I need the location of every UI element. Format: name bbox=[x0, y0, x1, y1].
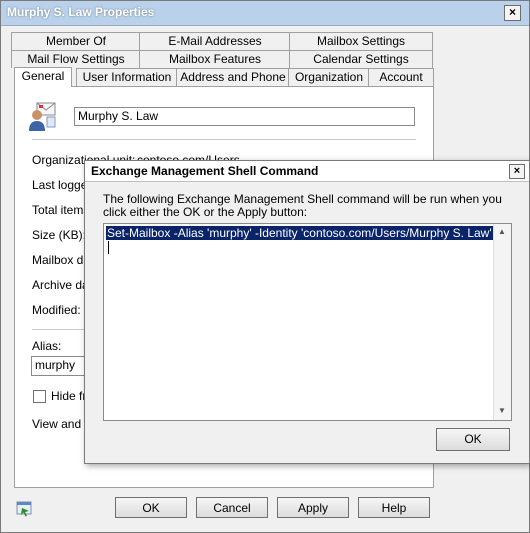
title-bar[interactable]: Murphy S. Law Properties × bbox=[1, 1, 529, 26]
total-items-label: Total items bbox=[32, 203, 90, 217]
tab-mail-flow-settings[interactable]: Mail Flow Settings bbox=[11, 50, 141, 68]
dialog-title: Exchange Management Shell Command bbox=[91, 164, 319, 178]
tab-row-3: General User Information Address and Pho… bbox=[14, 67, 434, 87]
command-textbox[interactable]: Set-Mailbox -Alias 'murphy' -Identity 'c… bbox=[103, 223, 512, 421]
size-label: Size (KB): bbox=[32, 228, 87, 242]
separator bbox=[32, 139, 416, 140]
help-button[interactable]: Help bbox=[358, 497, 430, 518]
tab-general[interactable]: General bbox=[14, 67, 72, 87]
shell-command-dialog: Exchange Management Shell Command × The … bbox=[84, 160, 530, 464]
tab-row-1: Member Of E-Mail Addresses Mailbox Setti… bbox=[11, 32, 433, 50]
tab-member-of[interactable]: Member Of bbox=[11, 32, 141, 50]
dialog-title-bar[interactable]: Exchange Management Shell Command × bbox=[85, 161, 529, 182]
tab-calendar-settings[interactable]: Calendar Settings bbox=[289, 50, 433, 68]
tab-mailbox-features[interactable]: Mailbox Features bbox=[139, 50, 291, 68]
properties-help-icon[interactable] bbox=[16, 499, 34, 520]
scroll-down-icon[interactable]: ▼ bbox=[496, 405, 508, 417]
window-title: Murphy S. Law Properties bbox=[7, 5, 155, 19]
apply-button[interactable]: Apply bbox=[277, 497, 349, 518]
hide-from-address-lists-checkbox[interactable] bbox=[33, 390, 46, 403]
dialog-description: The following Exchange Management Shell … bbox=[103, 192, 502, 219]
vertical-scrollbar[interactable]: ▲ ▼ bbox=[493, 224, 511, 420]
user-mailbox-icon bbox=[27, 101, 59, 134]
text-caret bbox=[108, 241, 109, 254]
tab-address-and-phone[interactable]: Address and Phone bbox=[176, 68, 290, 86]
close-button[interactable]: × bbox=[504, 5, 521, 21]
modified-label: Modified: bbox=[32, 303, 81, 317]
tab-row-2: Mail Flow Settings Mailbox Features Cale… bbox=[11, 50, 433, 68]
tab-mailbox-settings[interactable]: Mailbox Settings bbox=[289, 32, 433, 50]
dialog-ok-button[interactable]: OK bbox=[436, 428, 510, 451]
cancel-button[interactable]: Cancel bbox=[196, 497, 268, 518]
dialog-close-button[interactable]: × bbox=[509, 164, 525, 179]
tab-email-addresses[interactable]: E-Mail Addresses bbox=[139, 32, 291, 50]
tab-account[interactable]: Account bbox=[368, 68, 434, 86]
display-name-field[interactable]: Murphy S. Law bbox=[74, 107, 415, 126]
scroll-up-icon[interactable]: ▲ bbox=[496, 226, 508, 238]
alias-label: Alias: bbox=[32, 339, 62, 353]
tab-user-information[interactable]: User Information bbox=[76, 68, 178, 86]
ok-button[interactable]: OK bbox=[115, 497, 187, 518]
tab-organization[interactable]: Organization bbox=[288, 68, 370, 86]
command-text[interactable]: Set-Mailbox -Alias 'murphy' -Identity 'c… bbox=[106, 226, 493, 240]
